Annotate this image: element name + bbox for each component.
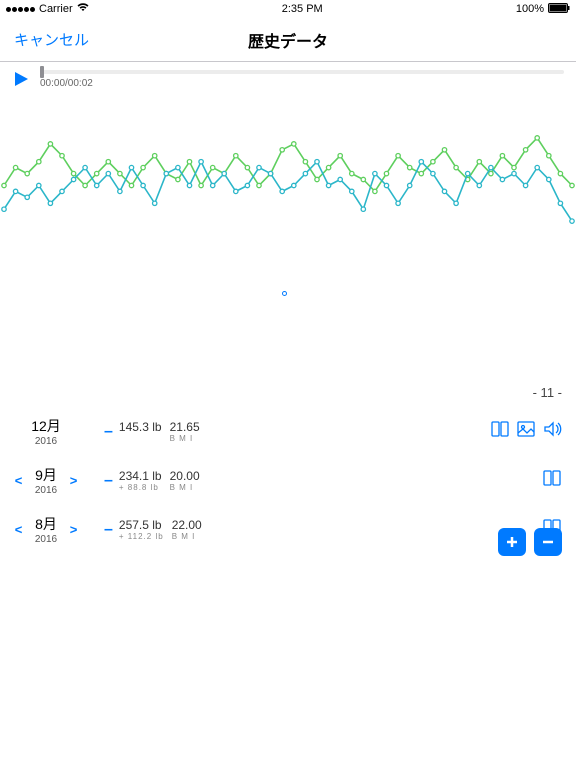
data-rows: 12月 2016 – 145.3 lb 21.65 B M I xyxy=(0,408,576,555)
playback-slider[interactable] xyxy=(40,70,564,74)
table-row: < 9月 2016 > – 234.1 lb + 88.8 lb 20.00 B… xyxy=(14,457,562,506)
add-button[interactable] xyxy=(498,528,526,556)
month-label: 9月 2016 xyxy=(29,465,63,496)
prev-button[interactable]: < xyxy=(14,522,23,537)
bmi-metric: 21.65 B M I xyxy=(170,420,200,443)
status-bar: Carrier 2:35 PM 100% xyxy=(0,0,576,18)
carrier-label: Carrier xyxy=(39,3,73,15)
prev-button[interactable]: < xyxy=(14,473,23,488)
playback-time: 00:00/00:02 xyxy=(40,78,564,89)
book-icon[interactable] xyxy=(490,419,510,444)
chart xyxy=(0,121,576,381)
chart-outlier-point xyxy=(282,291,287,296)
dash-icon: – xyxy=(104,423,113,441)
dash-icon: – xyxy=(104,472,113,490)
remove-button[interactable] xyxy=(534,528,562,556)
bmi-metric: 20.00 B M I xyxy=(170,469,200,492)
playback-controls: 00:00/00:02 xyxy=(0,62,576,101)
table-row: < 8月 2016 > – 257.5 lb + 112.2 lb 22.00 … xyxy=(14,506,562,555)
weight-metric: 145.3 lb xyxy=(119,420,162,443)
bmi-metric: 22.00 B M I xyxy=(172,518,202,541)
status-time: 2:35 PM xyxy=(282,3,323,15)
book-icon[interactable] xyxy=(542,468,562,493)
dash-icon: – xyxy=(104,521,113,539)
nav-bar: キャンセル 歴史データ xyxy=(0,18,576,62)
next-button[interactable]: > xyxy=(69,522,78,537)
image-icon[interactable] xyxy=(516,419,536,444)
play-button[interactable] xyxy=(12,70,30,93)
page-indicator: - 11 - xyxy=(0,381,576,408)
weight-metric: 257.5 lb + 112.2 lb xyxy=(119,518,164,541)
battery-label: 100% xyxy=(516,3,544,15)
month-label: 8月 2016 xyxy=(29,514,63,545)
wifi-icon xyxy=(77,3,89,15)
signal-icon xyxy=(6,7,35,12)
month-label: 12月 2016 xyxy=(29,416,63,447)
cancel-button[interactable]: キャンセル xyxy=(14,29,89,50)
table-row: 12月 2016 – 145.3 lb 21.65 B M I xyxy=(14,408,562,457)
weight-metric: 234.1 lb + 88.8 lb xyxy=(119,469,162,492)
sound-icon[interactable] xyxy=(542,419,562,444)
next-button[interactable]: > xyxy=(69,473,78,488)
battery-icon xyxy=(548,3,570,16)
